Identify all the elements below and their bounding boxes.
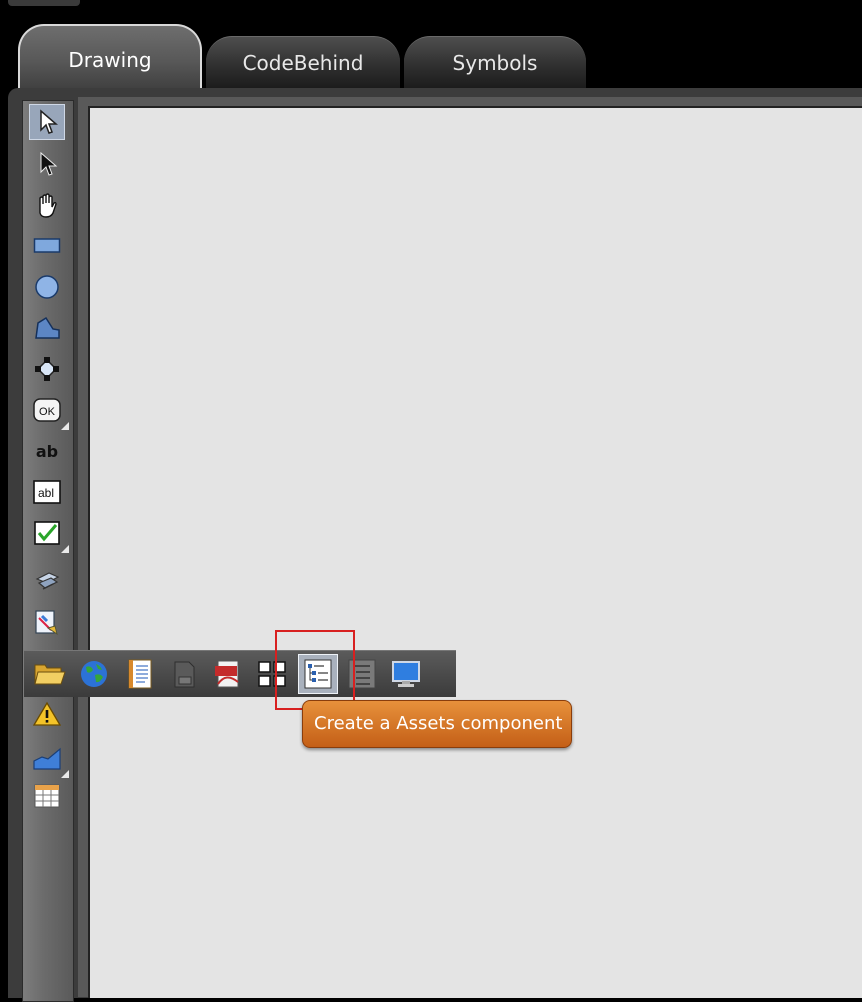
polygon-tool[interactable] <box>29 310 65 346</box>
hand-pan-icon <box>39 193 57 218</box>
globe-button[interactable] <box>74 654 114 694</box>
text-label-tool[interactable]: ab <box>29 433 65 469</box>
report-button[interactable] <box>164 654 204 694</box>
image-control-tool[interactable] <box>29 604 65 640</box>
textbox-control-tool[interactable]: abl <box>29 474 65 510</box>
polygon-icon <box>35 316 60 339</box>
highlight-box <box>275 630 355 710</box>
pointer-icon <box>40 151 58 176</box>
globe-icon <box>81 661 107 687</box>
button-control-icon: OK <box>33 398 61 422</box>
window-edge <box>8 0 80 6</box>
drawing-canvas[interactable] <box>88 106 862 998</box>
plugin-icon <box>35 572 60 590</box>
ellipse-icon <box>35 275 59 299</box>
notebook-button[interactable] <box>120 654 160 694</box>
tooltip: Create a Assets component <box>302 700 572 748</box>
image-control-icon <box>35 610 58 636</box>
pointer-select-tool[interactable] <box>29 104 65 140</box>
tab-codebehind-label: CodeBehind <box>242 51 364 75</box>
button-control-text: OK <box>39 406 56 418</box>
rectangle-icon <box>33 238 61 253</box>
open-folder-icon <box>34 664 66 685</box>
open-folder-button[interactable] <box>30 654 70 694</box>
plugin-tool[interactable] <box>29 563 65 599</box>
tab-drawing[interactable]: Drawing <box>18 24 202 90</box>
alarm-warning-icon <box>33 701 61 726</box>
grid-table-icon <box>34 784 60 808</box>
notebook-icon <box>128 659 152 689</box>
submenu-corner-indicator <box>61 545 69 553</box>
checkbox-control-tool[interactable] <box>29 515 69 553</box>
node-edit-tool[interactable] <box>29 351 65 387</box>
hand-pan-tool[interactable] <box>29 187 65 223</box>
component-flyout-toolbar <box>24 650 456 697</box>
text-label-icon: ab <box>35 441 59 461</box>
monitor-button[interactable] <box>386 654 426 694</box>
tab-symbols-label: Symbols <box>452 51 538 75</box>
node-edit-icon <box>35 357 59 381</box>
tab-drawing-label: Drawing <box>68 48 152 72</box>
button-control-tool[interactable]: OK <box>29 392 69 430</box>
textbox-control-text: abl <box>38 486 54 500</box>
tab-codebehind[interactable]: CodeBehind <box>206 36 400 88</box>
submenu-corner-indicator <box>61 422 69 430</box>
trend-chart-tool[interactable] <box>29 740 69 778</box>
report-icon <box>174 661 195 688</box>
rectangle-tool[interactable] <box>29 228 65 264</box>
monitor-icon <box>392 661 420 687</box>
pdf-viewer-button[interactable] <box>208 654 248 694</box>
tab-symbols[interactable]: Symbols <box>404 36 586 88</box>
pointer-select-icon <box>40 109 58 134</box>
pointer-tool[interactable] <box>29 146 65 182</box>
ellipse-tool[interactable] <box>29 269 65 305</box>
pdf-viewer-icon <box>215 660 239 688</box>
textbox-control-icon: abl <box>33 480 61 504</box>
alarm-tool[interactable] <box>29 696 65 732</box>
submenu-corner-indicator <box>61 770 69 778</box>
grid-table-tool[interactable] <box>29 778 65 814</box>
checkbox-control-icon <box>34 521 60 545</box>
trend-chart-icon <box>33 747 61 770</box>
